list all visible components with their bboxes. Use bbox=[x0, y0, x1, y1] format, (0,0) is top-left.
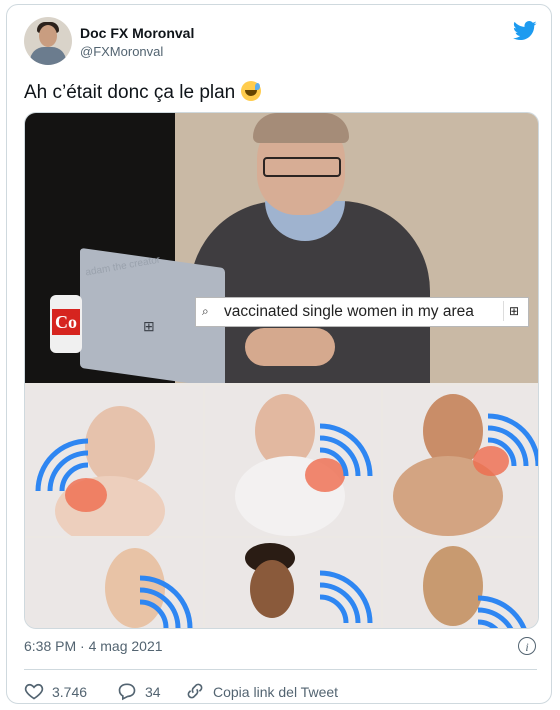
wifi-icon bbox=[139, 575, 193, 628]
reply-icon bbox=[118, 683, 136, 701]
user-handle[interactable]: @FXMoronval bbox=[80, 44, 163, 59]
photo-tile bbox=[25, 386, 203, 536]
like-button[interactable]: 3.746 bbox=[24, 681, 87, 701]
info-icon[interactable]: i bbox=[518, 637, 536, 655]
photo-tile bbox=[383, 538, 538, 628]
reply-count: 34 bbox=[145, 684, 161, 700]
wifi-icon bbox=[477, 595, 531, 628]
copy-link-label: Copia link del Tweet bbox=[213, 684, 339, 700]
windows-icon: ⊞ bbox=[143, 318, 155, 334]
twitter-bird-icon[interactable] bbox=[513, 21, 537, 41]
tweet-media[interactable]: ⊞ adam the creator Co ⌕ vaccinated singl… bbox=[24, 112, 539, 629]
wifi-icon bbox=[319, 570, 373, 623]
soda-can: Co bbox=[50, 295, 82, 353]
copy-link-button[interactable]: Copia link del Tweet bbox=[185, 681, 338, 701]
user-name[interactable]: Doc FX Moronval bbox=[80, 25, 194, 41]
photo-tile bbox=[205, 538, 381, 628]
divider bbox=[24, 669, 537, 670]
windows-icon: ⊞ bbox=[503, 301, 524, 321]
photo-tile bbox=[383, 386, 538, 536]
heart-icon bbox=[24, 683, 44, 700]
avatar[interactable] bbox=[24, 17, 72, 65]
can-logo: Co bbox=[52, 309, 80, 335]
tweet-text: Ah c’était donc ça le plan bbox=[24, 81, 262, 104]
wifi-icon bbox=[35, 438, 89, 491]
link-icon bbox=[187, 683, 203, 699]
search-bar: ⌕ vaccinated single women in my area ⊞ bbox=[195, 297, 529, 327]
wifi-icon bbox=[487, 413, 538, 466]
wifi-icon bbox=[319, 423, 373, 476]
photo-tile bbox=[205, 386, 381, 536]
like-count: 3.746 bbox=[52, 684, 88, 700]
tweet-card: Doc FX Moronval @FXMoronval Ah c’était d… bbox=[6, 4, 552, 704]
photo-tile bbox=[25, 538, 203, 628]
reply-button[interactable]: 34 bbox=[117, 681, 161, 701]
tweet-timestamp[interactable]: 6:38 PM · 4 mag 2021 bbox=[24, 638, 163, 654]
search-query: vaccinated single women in my area bbox=[224, 303, 474, 320]
search-icon: ⌕ bbox=[202, 304, 209, 318]
tweet-text-content: Ah c’était donc ça le plan bbox=[24, 82, 236, 103]
meme-top-image: ⊞ adam the creator Co ⌕ vaccinated singl… bbox=[25, 113, 538, 383]
grinning-sweat-emoji-icon bbox=[241, 81, 262, 101]
